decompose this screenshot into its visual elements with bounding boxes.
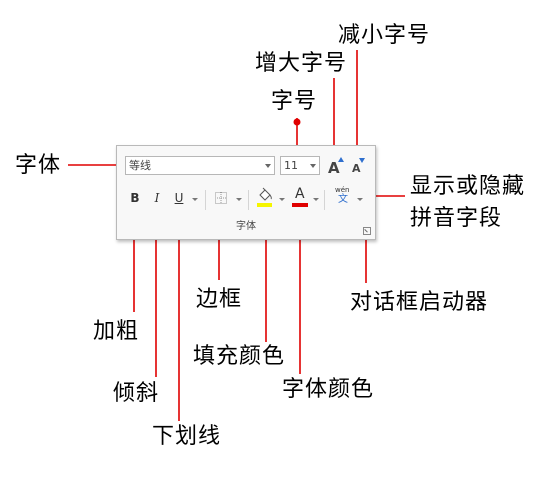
dot-font-size [293,118,301,126]
font-name-combobox[interactable]: 等线 [125,156,275,175]
label-font-color: 字体颜色 [282,377,375,402]
label-borders: 边框 [196,287,243,312]
label-italic: 倾斜 [113,381,160,406]
label-font-name: 字体 [15,153,62,178]
font-name-value: 等线 [129,159,151,172]
borders-button[interactable] [214,191,228,205]
paint-bucket-icon [259,187,272,201]
fill-color-dropdown-icon[interactable] [279,198,285,201]
phonetic-guide-button[interactable]: wén 文 [333,186,357,210]
bold-button[interactable]: B [129,188,141,208]
dialog-launcher-icon[interactable] [363,227,371,235]
font-color-swatch [292,203,308,207]
launcher-arrow [364,229,368,233]
borders-dropdown-icon[interactable] [236,198,242,201]
label-grow-font: 增大字号 [255,51,348,76]
label-dialog-launcher: 对话框启动器 [350,290,489,315]
separator-3 [324,190,325,210]
grow-font-button[interactable]: A [327,156,344,177]
shrink-font-button[interactable]: A [350,156,366,176]
grow-arrow-icon [338,157,344,162]
underline-button[interactable]: U [173,188,185,208]
annotated-font-group-figure: 等线 11 A A B I U A wén 文 字体 字体 字号 增大字号 减小… [0,0,547,481]
label-font-size: 字号 [271,89,318,114]
label-bold: 加粗 [93,319,140,344]
label-underline: 下划线 [152,424,222,449]
italic-button[interactable]: I [151,188,163,208]
font-color-button[interactable]: A [292,186,308,208]
label-highlight: 填充颜色 [193,344,286,369]
underline-dropdown-icon[interactable] [192,198,198,201]
shrink-font-glyph: A [352,162,361,175]
font-color-dropdown-icon[interactable] [313,198,319,201]
label-shrink-font: 减小字号 [338,23,431,48]
label-phonetic-guide: 显示或隐藏 拼音字段 [410,174,526,231]
font-color-glyph: A [295,186,305,202]
group-label: 字体 [236,221,256,232]
fill-color-button[interactable] [256,186,274,208]
phonetic-dropdown-icon[interactable] [357,198,363,201]
font-name-dropdown-icon[interactable] [265,164,271,168]
separator-1 [205,190,206,210]
phonetic-pinyin: wén [335,186,350,194]
font-size-dropdown-icon[interactable] [310,164,316,168]
phonetic-character: 文 [338,194,348,205]
borders-icon [215,192,227,204]
font-size-combobox[interactable]: 11 [280,156,320,175]
font-ribbon-group: 等线 11 A A B I U A wén 文 字体 [116,145,376,240]
separator-2 [248,190,249,210]
grow-font-glyph: A [328,159,340,177]
shrink-arrow-icon [359,158,365,163]
fill-color-swatch [257,203,272,207]
font-size-value: 11 [284,159,298,172]
